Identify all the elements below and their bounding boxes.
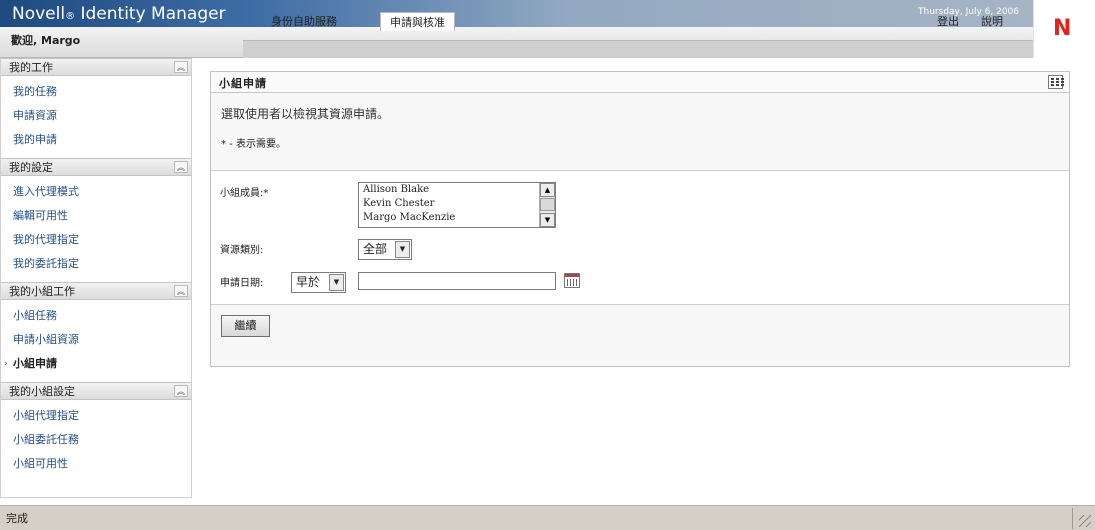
dropdown-arrow-icon[interactable]: ▼ <box>395 241 410 258</box>
resource-type-select[interactable]: 全部 ▼ <box>358 239 412 260</box>
list-item[interactable]: Margo MacKenzie <box>359 211 555 225</box>
help-link[interactable]: 說明 <box>972 12 1012 31</box>
collapse-icon[interactable]: ︽ <box>174 61 188 73</box>
sidebar-section-title: 我的小組設定 <box>9 385 75 398</box>
dropdown-arrow-icon[interactable]: ▼ <box>329 274 344 291</box>
collapse-icon[interactable]: ︽ <box>174 385 188 397</box>
brand-name: Novell <box>12 4 66 24</box>
sidebar-item-my-requests[interactable]: 我的申請 <box>1 128 191 152</box>
required-note: * - 表示需要。 <box>221 139 286 150</box>
novell-logo: N <box>1033 0 1095 58</box>
list-item[interactable]: Allison Blake <box>359 183 555 197</box>
collapse-icon[interactable]: ︽ <box>174 161 188 173</box>
date-operator-value: 早於 <box>296 275 321 289</box>
divider <box>211 304 1069 305</box>
team-members-listbox[interactable]: Allison Blake Kevin Chester Margo MacKen… <box>358 182 556 228</box>
header-banner: Novell® Identity Manager Thursday, July … <box>0 0 1033 27</box>
sidebar-item-edit-availability[interactable]: 編輯可用性 <box>1 204 191 228</box>
sidebar: 我的工作 ︽ 我的任務 申請資源 我的申請 我的設定 ︽ 進入代理模式 編輯可用… <box>0 58 192 498</box>
tab-identity-self-service[interactable]: 身份自助服務 <box>262 12 346 31</box>
sidebar-item-proxy-mode[interactable]: 進入代理模式 <box>1 180 191 204</box>
brand-registered-mark: ® <box>65 11 76 22</box>
team-requests-panel: 小組申請 選取使用者以檢視其資源申請。 * - 表示需要。 小組成員:* All… <box>210 71 1070 367</box>
calendar-icon[interactable] <box>564 273 580 288</box>
logout-link[interactable]: 登出 <box>928 12 968 31</box>
panel-menu-icon[interactable] <box>1048 75 1064 89</box>
sidebar-section-my-work[interactable]: 我的工作 ︽ <box>1 58 191 76</box>
resource-type-label: 資源類別: <box>220 245 264 256</box>
sidebar-item-request-resources[interactable]: 申請資源 <box>1 104 191 128</box>
resource-type-value: 全部 <box>363 242 388 256</box>
tab-strip <box>243 40 1033 58</box>
sidebar-item-team-requests[interactable]: 小組申請 <box>1 352 191 376</box>
sidebar-item-team-availability[interactable]: 小組可用性 <box>1 452 191 476</box>
sidebar-section-title: 我的設定 <box>9 161 53 174</box>
novell-logo-icon: N <box>1053 16 1072 41</box>
welcome-text: 歡迎, Margo <box>11 34 81 47</box>
date-operator-select[interactable]: 早於 ▼ <box>291 272 346 293</box>
sidebar-section-title: 我的工作 <box>9 61 53 74</box>
page-title: 小組申請 <box>219 77 267 90</box>
header-subbar: 歡迎, Margo <box>0 27 1033 58</box>
sidebar-item-team-tasks[interactable]: 小組任務 <box>1 304 191 328</box>
scroll-down-arrow-icon[interactable]: ▼ <box>540 213 555 227</box>
team-members-label: 小組成員:* <box>220 188 269 199</box>
scroll-up-arrow-icon[interactable]: ▲ <box>540 183 555 197</box>
resize-grip-icon[interactable] <box>1079 515 1091 527</box>
sidebar-item-my-tasks[interactable]: 我的任務 <box>1 80 191 104</box>
status-separator <box>1072 508 1073 529</box>
instruction-text: 選取使用者以檢視其資源申請。 <box>221 107 390 121</box>
status-bar: 完成 <box>0 505 1095 530</box>
sidebar-item-request-team-resources[interactable]: 申請小組資源 <box>1 328 191 352</box>
continue-button[interactable]: 繼續 <box>221 315 270 337</box>
listbox-scrollbar[interactable]: ▲ ▼ <box>539 183 555 227</box>
sidebar-section-title: 我的小組工作 <box>9 285 75 298</box>
request-date-label: 申請日期: <box>220 278 264 289</box>
request-date-input[interactable] <box>358 272 556 290</box>
sidebar-item-team-proxy-assignments[interactable]: 小組代理指定 <box>1 404 191 428</box>
status-text: 完成 <box>6 512 28 525</box>
brand-product: Identity Manager <box>75 4 226 24</box>
tab-requests-approvals[interactable]: 申請與核准 <box>380 12 455 31</box>
panel-header: 小組申請 <box>211 72 1069 93</box>
sidebar-section-my-team-work[interactable]: 我的小組工作 ︽ <box>1 282 191 300</box>
sidebar-section-my-settings[interactable]: 我的設定 ︽ <box>1 158 191 176</box>
sidebar-item-my-delegate-assignments[interactable]: 我的委託指定 <box>1 252 191 276</box>
sidebar-item-my-proxy-assignments[interactable]: 我的代理指定 <box>1 228 191 252</box>
sidebar-section-my-team-settings[interactable]: 我的小組設定 ︽ <box>1 382 191 400</box>
sidebar-item-team-delegate-assignments[interactable]: 小組委託任務 <box>1 428 191 452</box>
app-brand: Novell® Identity Manager <box>12 4 226 24</box>
scrollbar-thumb[interactable] <box>540 198 555 211</box>
list-item[interactable]: Kevin Chester <box>359 197 555 211</box>
collapse-icon[interactable]: ︽ <box>174 285 188 297</box>
